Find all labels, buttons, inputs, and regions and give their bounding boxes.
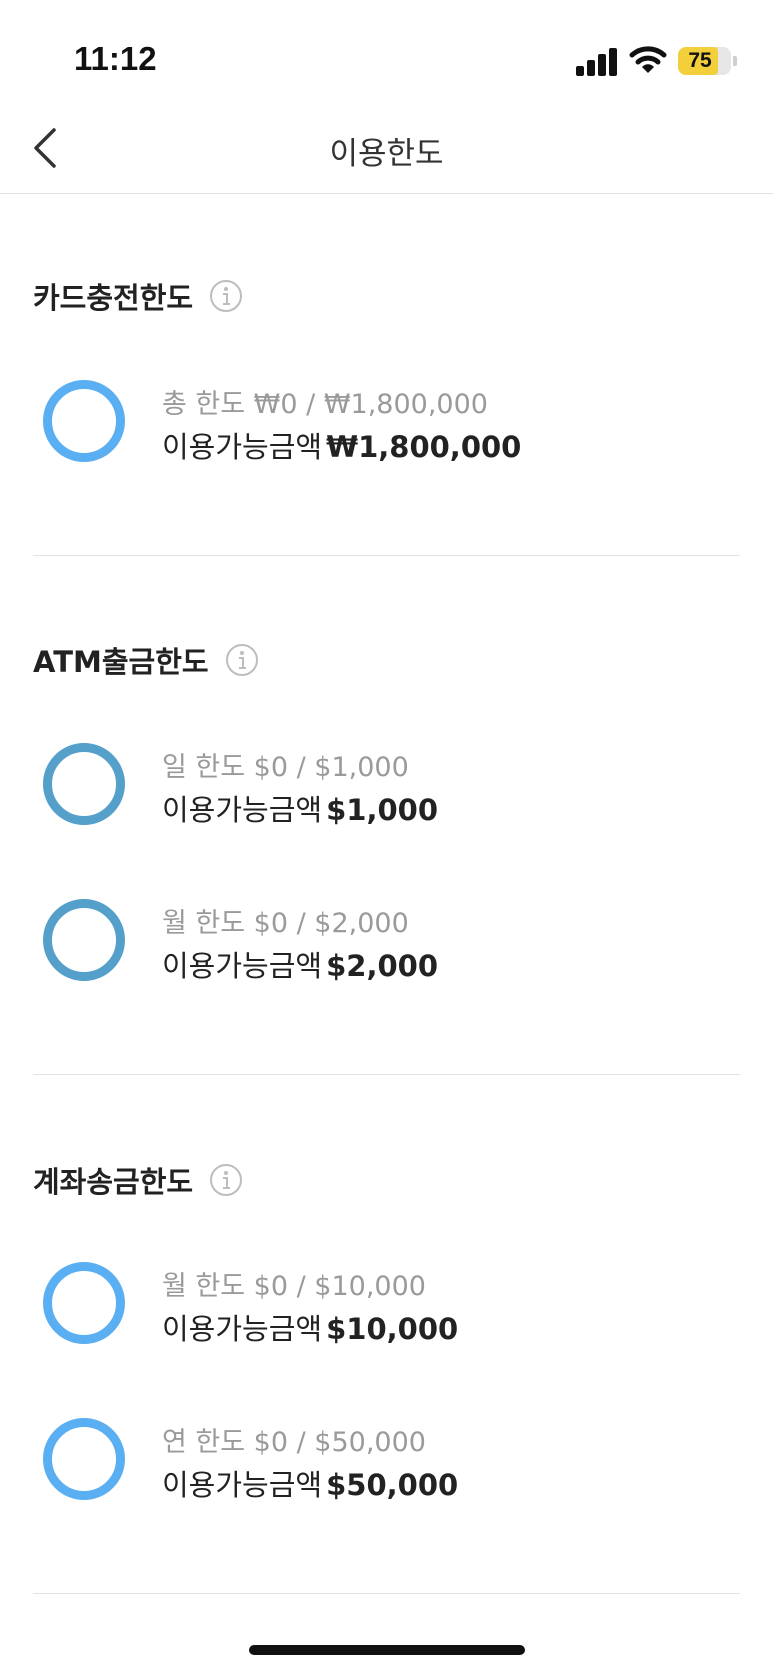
limit-row: 월 한도 $0 / $2,000 이용가능금액 $2,000 — [0, 899, 773, 989]
available-amount-line: 이용가능금액 $50,000 — [162, 1462, 458, 1504]
limit-text: 월 한도 $0 / $2,000 — [162, 908, 409, 939]
status-bar: 11:12 75 — [0, 0, 773, 120]
section-header: 카드충전한도 — [33, 276, 243, 316]
section-header: 계좌송금한도 — [33, 1160, 243, 1200]
available-amount-line: 이용가능금액 $10,000 — [162, 1306, 458, 1348]
section-header: ATM출금한도 — [33, 640, 259, 680]
section-title: ATM출금한도 — [33, 645, 209, 679]
available-amount: $10,000 — [326, 1312, 459, 1346]
status-time: 11:12 — [74, 40, 157, 77]
limit-text: 일 한도 $0 / $1,000 — [162, 752, 409, 783]
limit-text: 월 한도 $0 / $10,000 — [162, 1271, 426, 1302]
available-label: 이용가능금액 — [162, 793, 323, 827]
home-indicator[interactable] — [249, 1645, 525, 1655]
available-amount-line: 이용가능금액 $1,000 — [162, 787, 438, 829]
battery-tip — [733, 56, 737, 66]
usage-ring — [43, 743, 125, 825]
available-label: 이용가능금액 — [162, 1468, 323, 1502]
section-divider — [33, 555, 740, 556]
section-title: 카드충전한도 — [33, 281, 194, 315]
available-label: 이용가능금액 — [162, 949, 323, 983]
battery-percentage: 75 — [688, 49, 712, 72]
navigation-bar: 이용한도 — [0, 110, 773, 194]
limit-text: 연 한도 $0 / $50,000 — [162, 1427, 426, 1458]
available-amount-line: 이용가능금액 ₩1,800,000 — [162, 424, 521, 466]
available-amount: ₩1,800,000 — [326, 430, 522, 464]
section-title: 계좌송금한도 — [33, 1165, 194, 1199]
limit-row: 일 한도 $0 / $1,000 이용가능금액 $1,000 — [0, 743, 773, 833]
available-amount: $1,000 — [326, 793, 439, 827]
battery-icon: 75 — [678, 47, 731, 75]
available-amount: $2,000 — [326, 949, 439, 983]
limit-text: 총 한도 ₩0 / ₩1,800,000 — [162, 389, 488, 420]
info-icon[interactable] — [209, 279, 243, 313]
info-icon[interactable] — [209, 1163, 243, 1197]
section-divider — [33, 1593, 740, 1594]
usage-ring — [43, 899, 125, 981]
page-title: 이용한도 — [329, 136, 444, 172]
wifi-icon — [629, 46, 667, 73]
limit-row: 총 한도 ₩0 / ₩1,800,000 이용가능금액 ₩1,800,000 — [0, 380, 773, 470]
usage-ring — [43, 1262, 125, 1344]
available-label: 이용가능금액 — [162, 430, 323, 464]
available-amount-line: 이용가능금액 $2,000 — [162, 943, 438, 985]
usage-ring — [43, 380, 125, 462]
cellular-signal-icon — [576, 46, 618, 76]
info-icon[interactable] — [225, 643, 259, 677]
available-label: 이용가능금액 — [162, 1312, 323, 1346]
available-amount: $50,000 — [326, 1468, 459, 1502]
limit-row: 월 한도 $0 / $10,000 이용가능금액 $10,000 — [0, 1262, 773, 1352]
section-divider — [33, 1074, 740, 1075]
usage-ring — [43, 1418, 125, 1500]
limit-row: 연 한도 $0 / $50,000 이용가능금액 $50,000 — [0, 1418, 773, 1508]
